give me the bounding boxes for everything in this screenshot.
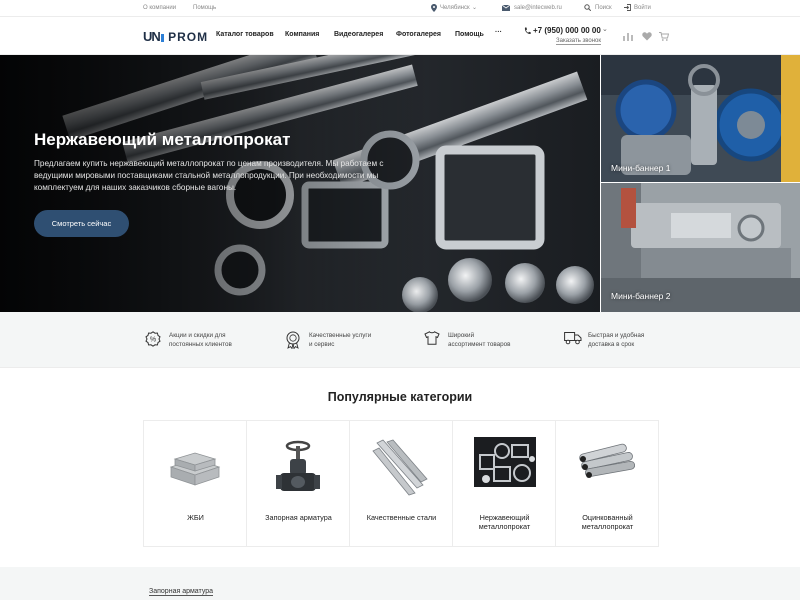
category-label-stainless: Нержавеющий металлопрокат bbox=[478, 513, 531, 531]
galvanized-pipes-image bbox=[579, 443, 636, 478]
feature-delivery-text: Быстрая и удобная доставка в срок bbox=[588, 332, 645, 348]
callback-link[interactable]: Заказать звонок bbox=[556, 38, 601, 45]
features-strip: % Акции и скидки для постоянных клиентов… bbox=[0, 312, 800, 368]
category-card-steels[interactable]: Качественные стали bbox=[350, 421, 453, 546]
nav-catalog[interactable]: Каталог товаров bbox=[216, 31, 274, 38]
category-card-valves[interactable]: Запорная арматура bbox=[247, 421, 350, 546]
logo-bar bbox=[160, 34, 164, 42]
compare-icon[interactable] bbox=[623, 32, 633, 41]
category-card-stainless[interactable]: Нержавеющий металлопрокат bbox=[453, 421, 556, 546]
phone-number[interactable]: +7 (950) 000 00 00 bbox=[533, 26, 601, 35]
email-link[interactable]: sale@intecweb.ru bbox=[514, 5, 562, 11]
category-label-valves: Запорная арматура bbox=[265, 513, 332, 522]
percent-badge-icon: % bbox=[145, 331, 161, 347]
mini-banner-2-label: Мини-баннер 2 bbox=[611, 291, 671, 301]
feature-assortment-text: Широкий ассортимент товаров bbox=[448, 332, 511, 348]
category-card-zhbi[interactable]: ЖБИ bbox=[144, 421, 247, 546]
nav-help[interactable]: Помощь bbox=[455, 31, 484, 38]
feature-quality-text: Качественные услуги и сервис bbox=[309, 332, 372, 348]
svg-text:%: % bbox=[150, 337, 156, 344]
feature-discounts-text: Акции и скидки для постоянных клиентов bbox=[169, 332, 232, 348]
hero-banner[interactable]: Нержавеющий металлопрокат Предлагаем куп… bbox=[0, 55, 600, 312]
mini-banner-1[interactable]: Мини-баннер 1 bbox=[601, 55, 800, 182]
top-bar: О компании Помощь Челябинск ⌄ sale@intec… bbox=[0, 0, 800, 17]
category-card-galvanized[interactable]: Оцинкованный металлопрокат bbox=[556, 421, 659, 546]
mini-banner-2[interactable]: Мини-баннер 2 bbox=[601, 183, 800, 312]
cart-icon[interactable] bbox=[659, 32, 669, 41]
phone-chevron-icon[interactable]: ⌄ bbox=[602, 25, 608, 33]
city-selector[interactable]: Челябинск bbox=[440, 5, 470, 11]
category-label-zhbi: ЖБИ bbox=[187, 513, 204, 522]
login-icon bbox=[624, 4, 631, 11]
hero-description: Предлагаем купить нержавеющий металлопро… bbox=[34, 159, 384, 192]
watch-now-button[interactable]: Смотреть сейчас bbox=[34, 210, 129, 237]
heart-icon[interactable] bbox=[642, 32, 652, 41]
mail-icon bbox=[502, 5, 510, 11]
top-link-help[interactable]: Помощь bbox=[193, 5, 216, 11]
search-icon bbox=[584, 4, 591, 11]
category-label-galvanized: Оцинкованный металлопрокат bbox=[581, 513, 634, 531]
login-link[interactable]: Войти bbox=[634, 5, 651, 11]
nav-videogallery[interactable]: Видеогалерея bbox=[334, 31, 383, 38]
category-label-steels: Качественные стали bbox=[366, 513, 437, 522]
main-header: UN PROM Каталог товаров Компания Видеога… bbox=[0, 17, 800, 55]
concrete-blocks-image bbox=[169, 452, 221, 486]
search-link[interactable]: Поиск bbox=[595, 5, 612, 11]
mini-banner-1-label: Мини-баннер 1 bbox=[611, 163, 671, 173]
stainless-profiles-image bbox=[474, 437, 536, 487]
bottom-tab-valves[interactable]: Запорная арматура bbox=[149, 588, 214, 596]
category-cards: ЖБИ Запорная арматура Качественные стали bbox=[143, 420, 659, 547]
phone-icon bbox=[524, 27, 531, 35]
top-link-about[interactable]: О компании bbox=[143, 5, 176, 11]
award-medal-icon bbox=[286, 331, 300, 349]
nav-photogallery[interactable]: Фотогалерея bbox=[396, 31, 441, 38]
hero-title: Нержавеющий металлопрокат bbox=[34, 130, 291, 149]
nav-more[interactable]: ··· bbox=[495, 29, 502, 36]
steel-bars-image bbox=[372, 439, 428, 496]
nav-company[interactable]: Компания bbox=[285, 31, 319, 38]
logo-un: UN bbox=[143, 29, 161, 44]
logo-prom: PROM bbox=[168, 30, 209, 44]
gate-valve-image bbox=[276, 440, 320, 491]
location-pin-icon bbox=[431, 4, 437, 12]
site-logo[interactable]: UN PROM bbox=[143, 29, 208, 44]
tshirt-icon bbox=[424, 331, 440, 345]
chevron-down-icon: ⌄ bbox=[472, 5, 478, 11]
popular-categories-title: Популярные категории bbox=[327, 390, 473, 404]
bottom-section: Запорная арматура bbox=[0, 567, 800, 600]
delivery-truck-icon bbox=[564, 332, 582, 345]
